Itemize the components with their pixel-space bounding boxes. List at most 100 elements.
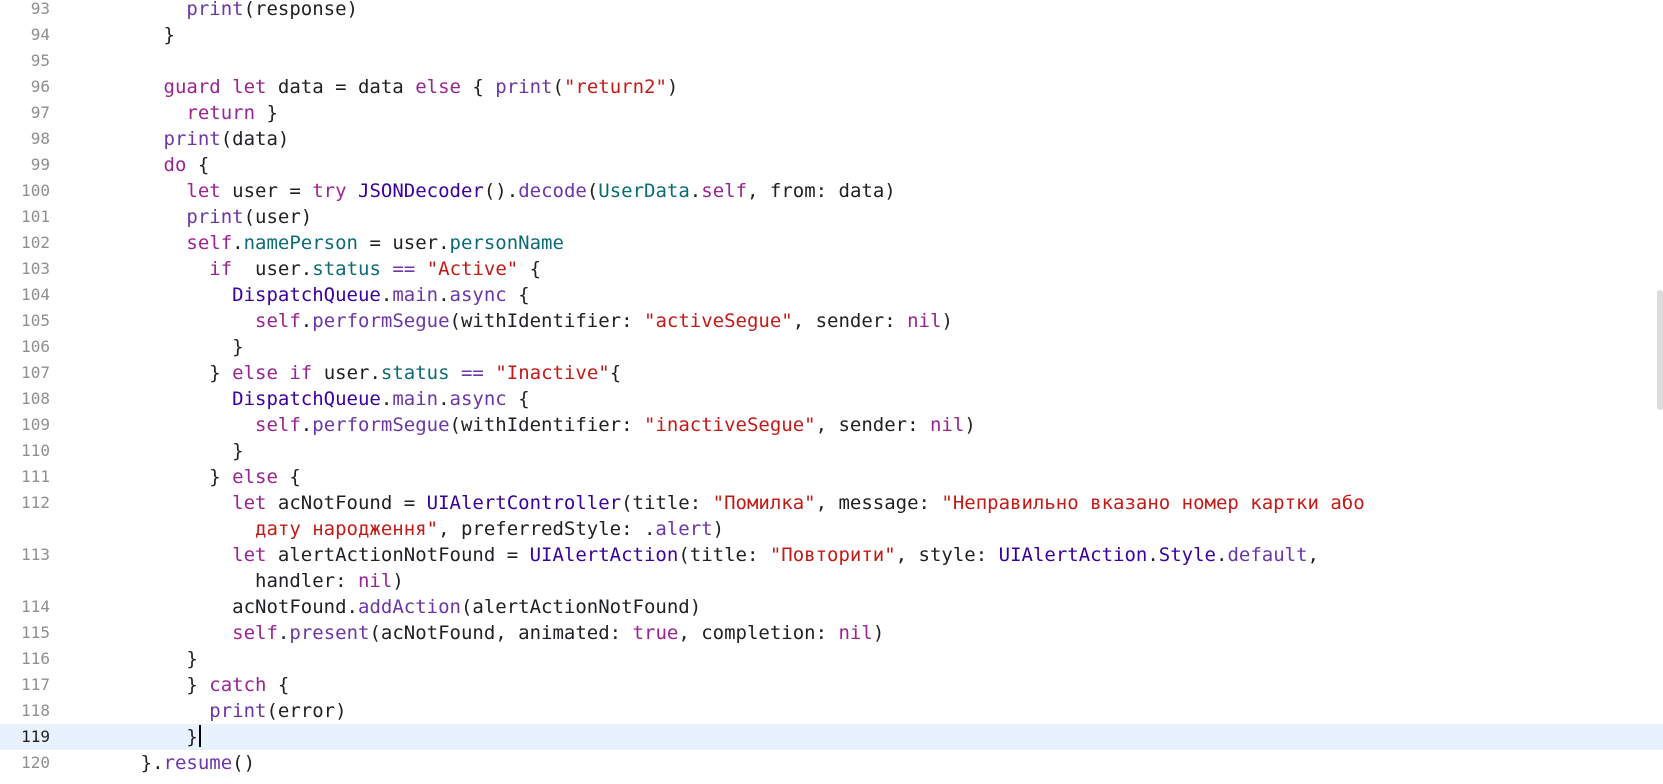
code-line[interactable]: 118 print(error) [0, 698, 1663, 724]
string-literal: "Неправильно вказано номер картки або [941, 492, 1365, 514]
code-line[interactable]: 94 } [0, 22, 1663, 48]
code-content: print(error) [72, 698, 1612, 724]
code-content: } [72, 724, 1612, 750]
method-name: print [495, 76, 553, 98]
code-line[interactable]: 103 if user.status == "Active" { [0, 256, 1663, 282]
string-literal: дату народження" [255, 518, 439, 540]
code-text: acNotFound = [266, 492, 427, 514]
code-line-text: acNotFound.addAction(alertActionNotFound… [72, 596, 701, 618]
code-line[interactable]: 112 let acNotFound = UIAlertController(t… [0, 490, 1663, 542]
keyword: let [232, 544, 267, 566]
code-line-text: self.present(acNotFound, animated: true,… [72, 622, 884, 644]
code-line[interactable]: 93 print(response) [0, 0, 1663, 22]
code-content: return } [72, 100, 1612, 126]
code-line[interactable]: 111 } else { [0, 464, 1663, 490]
code-line-text: } [72, 725, 201, 748]
code-content: } [72, 22, 1612, 48]
keyword: if [209, 258, 233, 280]
code-text: . [380, 388, 393, 410]
code-text: . [1147, 544, 1159, 566]
code-text: (title: [678, 544, 770, 566]
code-text: handler: [255, 570, 358, 592]
code-text: (acNotFound, animated: [369, 622, 633, 644]
code-line[interactable]: 96 guard let data = data else { print("r… [0, 74, 1663, 100]
type-name: JSONDecoder [358, 180, 484, 202]
code-line[interactable]: 104 DispatchQueue.main.async { [0, 282, 1663, 308]
method-name: addAction [358, 596, 461, 618]
keyword: self [255, 310, 301, 332]
code-line[interactable]: 115 self.present(acNotFound, animated: t… [0, 620, 1663, 646]
code-text: { [460, 76, 496, 98]
code-line[interactable]: 105 self.performSegue(withIdentifier: "a… [0, 308, 1663, 334]
code-text: , sender: [792, 310, 908, 332]
code-text: ) [964, 414, 976, 436]
property-name: status [380, 362, 450, 384]
code-line[interactable]: 110 } [0, 438, 1663, 464]
code-line-text: } [72, 648, 197, 670]
method-name: print [186, 0, 244, 20]
keyword: else [415, 76, 461, 98]
code-text: (withIdentifier: [449, 310, 644, 332]
code-text: . [300, 414, 313, 436]
code-text: . [438, 284, 450, 306]
code-content: } catch { [72, 672, 1612, 698]
method-name: resume [163, 752, 233, 774]
line-number: 118 [21, 701, 50, 720]
code-line-text: } [72, 24, 175, 46]
method-name: present [289, 622, 370, 644]
code-editor[interactable]: 93 print(response) 94 } 95 96 guard let dat… [0, 0, 1663, 784]
code-line[interactable]: 109 self.performSegue(withIdentifier: "i… [0, 412, 1663, 438]
code-text: . [438, 388, 450, 410]
code-line[interactable]: 102 self.namePerson = user.personName [0, 230, 1663, 256]
line-number: 102 [21, 233, 50, 252]
code-text: ) [392, 570, 404, 592]
line-number: 101 [21, 207, 50, 226]
code-text: = user. [358, 232, 450, 254]
code-line-text: print(user) [72, 206, 312, 228]
code-content: } [72, 334, 1612, 360]
code-line[interactable]: 108 DispatchQueue.main.async { [0, 386, 1663, 412]
code-content: self.performSegue(withIdentifier: "activ… [72, 308, 1612, 334]
code-text: { [609, 362, 622, 384]
code-line-text: return } [72, 102, 278, 124]
code-text: acNotFound. [232, 596, 358, 618]
code-line-text: self.namePerson = user.personName [72, 232, 564, 254]
code-line[interactable]: 101 print(user) [0, 204, 1663, 230]
code-line-text: DispatchQueue.main.async { [72, 284, 529, 306]
code-line[interactable]: 99 do { [0, 152, 1663, 178]
code-line[interactable]: 97 return } [0, 100, 1663, 126]
line-number: 109 [21, 415, 50, 434]
code-content: let user = try JSONDecoder().decode(User… [72, 178, 1612, 204]
code-line[interactable]: 117 } catch { [0, 672, 1663, 698]
code-line[interactable]: 95 [0, 48, 1663, 74]
code-text: ) [666, 76, 679, 98]
code-text: { [506, 388, 530, 410]
code-text: { [186, 154, 210, 176]
code-line[interactable]: 114 acNotFound.addAction(alertActionNotF… [0, 594, 1663, 620]
code-content: DispatchQueue.main.async { [72, 386, 1612, 412]
keyword: let [186, 180, 221, 202]
line-number: 94 [30, 25, 50, 44]
code-line[interactable]: 113 let alertActionNotFound = UIAlertAct… [0, 542, 1663, 594]
line-number: 97 [30, 103, 50, 122]
keyword: catch [209, 674, 267, 696]
code-line[interactable]: 120 }.resume() [0, 750, 1663, 776]
code-line[interactable]: 98 print(data) [0, 126, 1663, 152]
keyword: true [632, 622, 679, 644]
code-content: let acNotFound = UIAlertController(title… [72, 490, 1612, 542]
code-line-text: } else if user.status == "Inactive"{ [72, 362, 621, 384]
code-line[interactable]: 100 let user = try JSONDecoder().decode(… [0, 178, 1663, 204]
keyword: guard let [163, 76, 267, 98]
code-line[interactable]: 106 } [0, 334, 1663, 360]
code-line[interactable]: 116 } [0, 646, 1663, 672]
code-line[interactable]: 107 } else if user.status == "Inactive"{ [0, 360, 1663, 386]
code-text: user. [312, 362, 381, 384]
current-code-line[interactable]: 119 } [0, 724, 1663, 750]
line-number: 117 [21, 675, 50, 694]
code-text: , style: [895, 544, 999, 566]
code-content: }.resume() [72, 750, 1612, 776]
wrapped-line-continuation: handler: nil) [72, 568, 1612, 594]
vertical-scrollbar[interactable] [1657, 290, 1663, 410]
